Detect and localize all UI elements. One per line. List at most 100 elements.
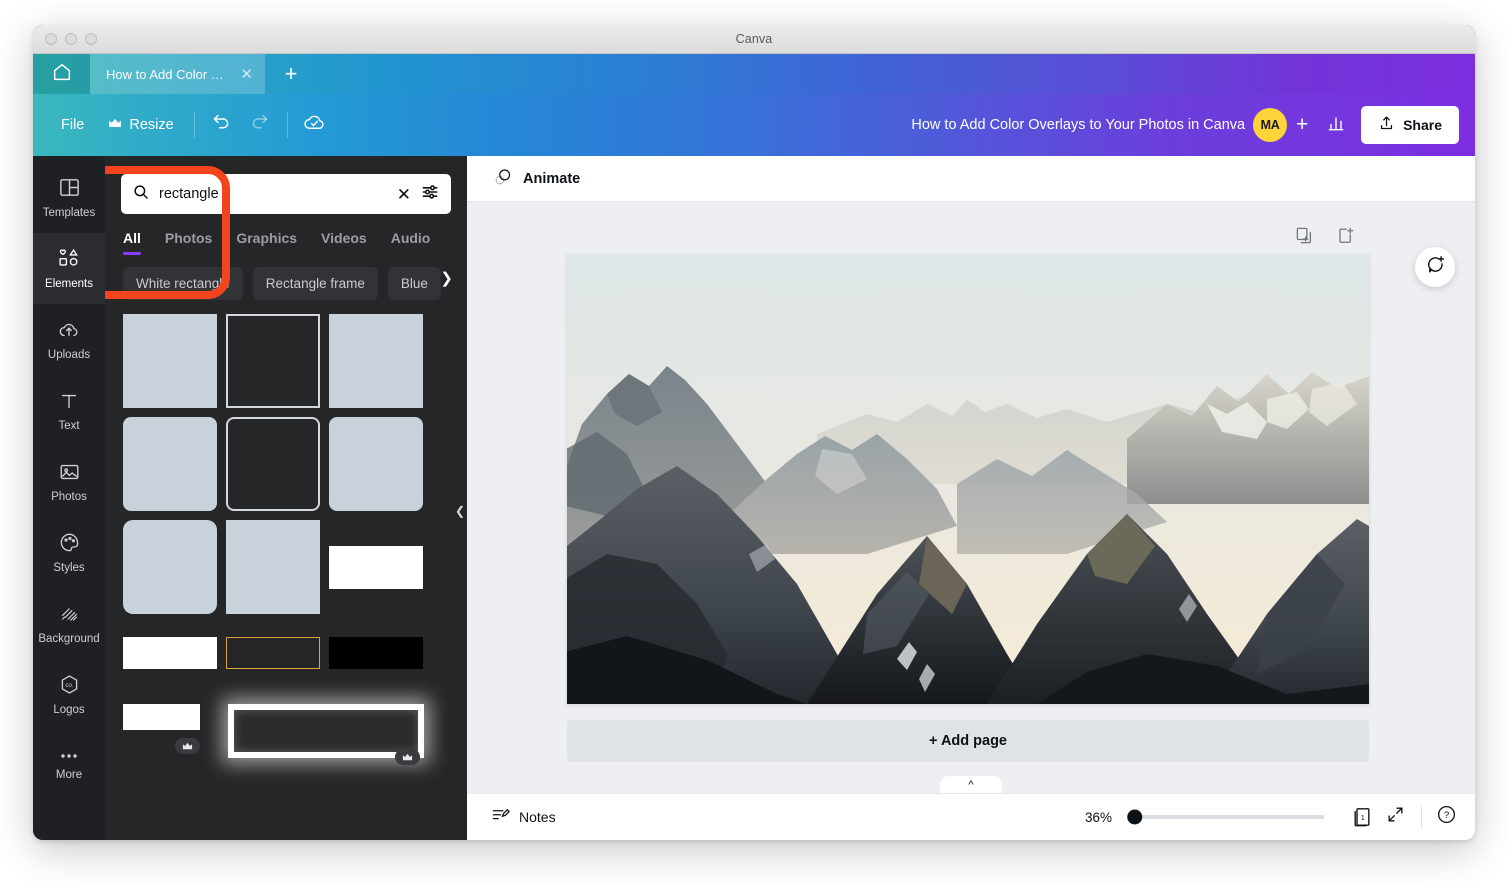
chip-rectangle-frame[interactable]: Rectangle frame bbox=[252, 267, 378, 300]
redo-button[interactable] bbox=[241, 106, 279, 144]
white-wide-rectangle-2 bbox=[123, 637, 217, 669]
chevron-left-icon: ❮ bbox=[454, 504, 466, 518]
add-page-icon[interactable] bbox=[1336, 226, 1355, 250]
tab-audio[interactable]: Audio bbox=[391, 230, 431, 255]
tab-photos[interactable]: Photos bbox=[165, 230, 212, 255]
app-body: Templates Elements Uploads Text Photos S… bbox=[33, 156, 1475, 840]
sidebar-item-uploads[interactable]: Uploads bbox=[33, 304, 105, 375]
animate-circles-icon bbox=[493, 166, 514, 191]
chip-blue[interactable]: Blue bbox=[387, 267, 441, 300]
page-count-button[interactable]: 1 bbox=[1352, 806, 1372, 828]
zoom-slider[interactable] bbox=[1127, 809, 1324, 825]
cloud-save-status-button[interactable] bbox=[296, 106, 334, 144]
add-comment-button[interactable] bbox=[1415, 247, 1455, 287]
crown-icon bbox=[108, 117, 122, 133]
avatar[interactable]: MA bbox=[1253, 108, 1288, 142]
status-bar: Notes 36% 1 ? bbox=[467, 793, 1475, 840]
design-page[interactable] bbox=[567, 254, 1369, 704]
sidebar-item-templates[interactable]: Templates bbox=[33, 162, 105, 233]
sidebar-item-background[interactable]: Background bbox=[33, 588, 105, 659]
browser-tabbar: How to Add Color Ove... ✕ + bbox=[33, 54, 1475, 94]
element-result-14[interactable] bbox=[226, 692, 426, 770]
gold-outline-rectangle bbox=[226, 637, 320, 669]
clear-search-icon[interactable]: ✕ bbox=[397, 186, 411, 203]
duplicate-page-icon[interactable] bbox=[1295, 226, 1314, 250]
insights-button[interactable] bbox=[1317, 106, 1355, 144]
element-result-1[interactable] bbox=[123, 314, 217, 408]
element-result-11[interactable] bbox=[226, 623, 320, 683]
zoom-slider-thumb[interactable] bbox=[1127, 809, 1143, 825]
element-result-2[interactable] bbox=[226, 314, 320, 408]
add-page-button[interactable]: + Add page bbox=[567, 720, 1369, 762]
pro-crown-badge bbox=[175, 738, 200, 754]
element-result-13[interactable] bbox=[123, 692, 217, 770]
document-title[interactable]: How to Add Color Overlays to Your Photos… bbox=[911, 117, 1253, 133]
sidebar-item-label: Elements bbox=[45, 278, 93, 290]
element-result-4[interactable] bbox=[123, 417, 217, 511]
sidebar-item-text[interactable]: Text bbox=[33, 375, 105, 446]
svg-text:co.: co. bbox=[65, 682, 73, 689]
search-icon bbox=[132, 183, 150, 206]
app-window: Canva How to Add Color Ove... ✕ + File bbox=[33, 25, 1475, 840]
sidebar-item-logos[interactable]: co. Logos bbox=[33, 659, 105, 730]
animate-button[interactable]: Animate bbox=[485, 160, 588, 197]
undo-button[interactable] bbox=[203, 106, 241, 144]
add-collaborator-button[interactable]: + bbox=[1287, 110, 1317, 140]
resize-button[interactable]: Resize bbox=[96, 110, 185, 140]
elements-panel: ✕ All Photos Graphics Videos Audio bbox=[105, 156, 467, 840]
sidebar-item-label: Photos bbox=[51, 490, 87, 503]
notes-button[interactable]: Notes bbox=[485, 800, 562, 834]
element-result-3[interactable] bbox=[329, 314, 423, 408]
element-result-8[interactable] bbox=[226, 520, 320, 614]
element-result-7[interactable] bbox=[123, 520, 217, 614]
crown-icon bbox=[182, 742, 193, 749]
plus-icon: + bbox=[284, 61, 298, 86]
sidebar-item-label: Text bbox=[58, 419, 80, 432]
chevron-right-icon[interactable]: ❯ bbox=[440, 269, 453, 287]
zoom-level-label: 36% bbox=[1084, 809, 1112, 825]
element-result-9[interactable] bbox=[329, 520, 423, 614]
chip-white-rectangle[interactable]: White rectangle bbox=[123, 267, 243, 300]
collapse-panel-button[interactable]: ❮ bbox=[452, 478, 467, 544]
text-icon bbox=[58, 390, 80, 415]
sidebar-item-more[interactable]: More bbox=[33, 730, 105, 801]
tab-videos[interactable]: Videos bbox=[321, 230, 367, 255]
canva-toolbar: File Resize How to Add Color Overlays to… bbox=[33, 94, 1475, 156]
element-result-6[interactable] bbox=[329, 417, 423, 511]
browser-tab[interactable]: How to Add Color Ove... ✕ bbox=[90, 54, 265, 94]
page-stack-icon: 1 bbox=[1352, 806, 1372, 828]
collapse-bottom-panel-button[interactable]: ^ bbox=[940, 776, 1002, 793]
tab-all[interactable]: All bbox=[123, 230, 141, 255]
sidebar-item-label: More bbox=[55, 768, 83, 781]
glowing-neon-rectangle bbox=[228, 704, 424, 758]
element-result-5[interactable] bbox=[226, 417, 320, 511]
mountain-range-at-dawn-photo bbox=[567, 254, 1369, 704]
filter-sliders-icon[interactable] bbox=[420, 182, 440, 207]
element-result-10[interactable] bbox=[123, 623, 217, 683]
search-box[interactable]: ✕ bbox=[121, 174, 451, 214]
left-sidebar: Templates Elements Uploads Text Photos S… bbox=[33, 156, 105, 840]
chevron-up-icon: ^ bbox=[968, 778, 974, 791]
search-section: ✕ bbox=[105, 156, 467, 214]
sidebar-item-styles[interactable]: Styles bbox=[33, 517, 105, 588]
help-button[interactable]: ? bbox=[1436, 804, 1457, 830]
animate-toolbar: Animate bbox=[467, 156, 1475, 202]
search-input[interactable] bbox=[159, 186, 388, 202]
sidebar-item-label: Templates bbox=[42, 207, 96, 219]
element-result-12[interactable] bbox=[329, 623, 423, 683]
crown-icon bbox=[402, 753, 413, 760]
fullscreen-button[interactable] bbox=[1386, 805, 1405, 829]
add-page-label: + Add page bbox=[928, 733, 1007, 749]
tab-graphics[interactable]: Graphics bbox=[236, 230, 297, 255]
suggestion-chips: White rectangle Rectangle frame Blue ❯ bbox=[105, 255, 467, 300]
close-icon[interactable]: ✕ bbox=[240, 67, 253, 82]
file-menu-button[interactable]: File bbox=[49, 110, 96, 140]
sidebar-item-photos[interactable]: Photos bbox=[33, 446, 105, 517]
home-button[interactable] bbox=[33, 54, 90, 94]
upload-cloud-icon bbox=[57, 319, 81, 344]
editor-area: Animate + Add page ^ Notes 36% 1 ? bbox=[467, 156, 1475, 840]
sidebar-item-elements[interactable]: Elements bbox=[33, 233, 105, 304]
new-tab-button[interactable]: + bbox=[265, 54, 317, 94]
canvas-area[interactable]: + Add page ^ bbox=[467, 202, 1475, 793]
share-button[interactable]: Share bbox=[1361, 106, 1459, 144]
